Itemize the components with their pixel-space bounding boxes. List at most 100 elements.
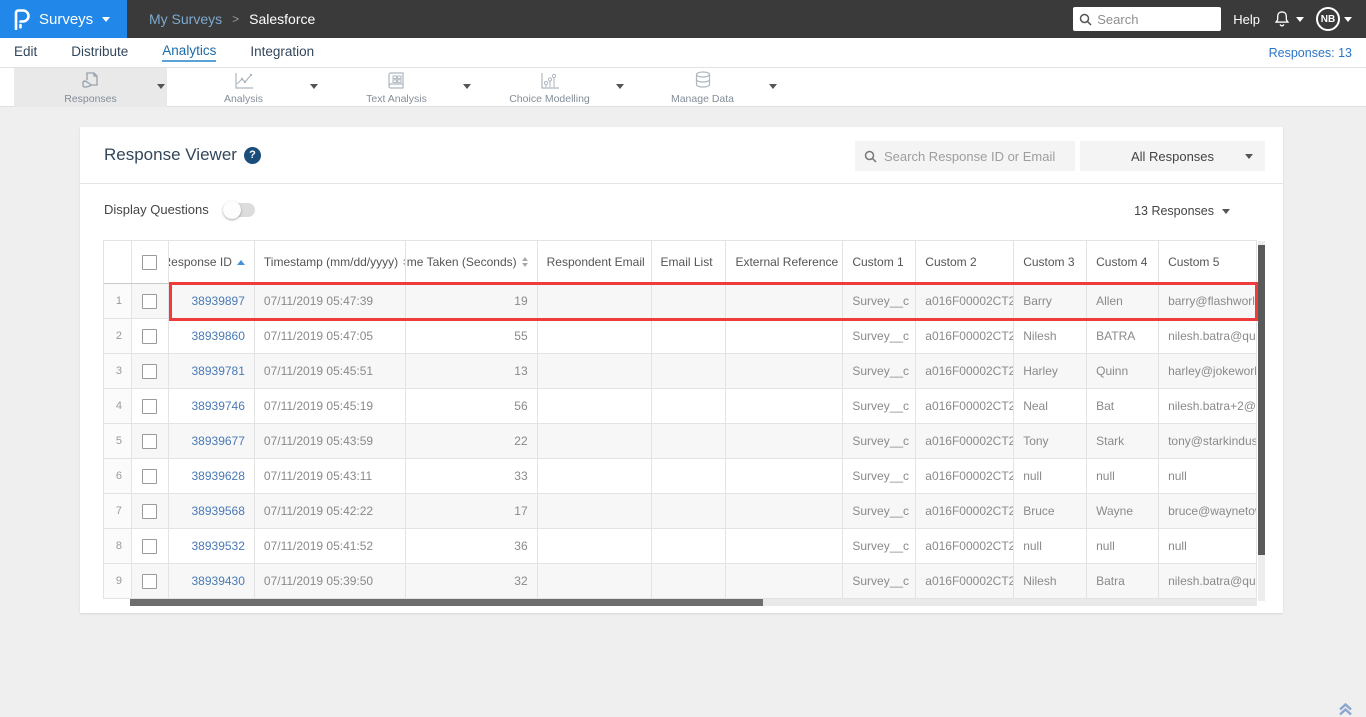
table-vertical-scrollbar[interactable] bbox=[1258, 241, 1265, 601]
surveys-menu-button[interactable]: Surveys bbox=[0, 0, 127, 38]
row-checkbox[interactable] bbox=[142, 503, 158, 519]
cell-custom5: nilesh.batra@ques bbox=[1159, 319, 1257, 353]
cell-custom3: Bruce bbox=[1014, 494, 1088, 528]
row-checkbox[interactable] bbox=[142, 293, 158, 309]
table-row: 9 38939430 07/11/2019 05:39:50 32 Survey__c a… bbox=[104, 564, 1257, 599]
cell-custom2: a016F00002CT2Lh bbox=[916, 354, 1015, 388]
row-checkbox-cell bbox=[132, 494, 169, 528]
toolbar-text-analysis-caret-icon[interactable] bbox=[463, 84, 471, 89]
row-checkbox-cell bbox=[132, 459, 169, 493]
toolbar-manage-data-button[interactable]: Manage Data bbox=[626, 68, 779, 107]
select-all-checkbox[interactable] bbox=[142, 254, 158, 270]
cell-external_reference bbox=[726, 424, 844, 458]
manage-data-database-icon bbox=[692, 70, 714, 91]
toolbar-manage-data-caret-icon[interactable] bbox=[769, 84, 777, 89]
table-controls-row: Display Questions 13 Responses bbox=[80, 184, 1283, 240]
tab-distribute[interactable]: Distribute bbox=[71, 44, 128, 61]
row-checkbox[interactable] bbox=[142, 573, 158, 589]
account-menu-button[interactable]: NB bbox=[1316, 7, 1352, 31]
column-header-timestamp[interactable]: Timestamp (mm/dd/yyyy) bbox=[255, 241, 406, 283]
toolbar-choice-modelling-button[interactable]: Choice Modelling bbox=[473, 68, 626, 107]
row-checkbox-cell bbox=[132, 284, 169, 318]
cell-timestamp: 07/11/2019 05:41:52 bbox=[255, 529, 406, 563]
row-checkbox[interactable] bbox=[142, 363, 158, 379]
filter-caret-icon bbox=[1245, 153, 1253, 159]
toolbar-analysis-caret-icon[interactable] bbox=[310, 84, 318, 89]
toolbar-choice-modelling-label: Choice Modelling bbox=[509, 92, 590, 105]
column-header-email_list: Email List bbox=[652, 241, 727, 283]
row-checkbox[interactable] bbox=[142, 468, 158, 484]
toggle-knob bbox=[222, 200, 241, 219]
response-filter-dropdown[interactable]: All Responses bbox=[1080, 141, 1265, 171]
response-id-link[interactable]: 38939568 bbox=[169, 494, 255, 528]
column-header-response_id[interactable]: Response ID bbox=[169, 241, 255, 283]
top-navbar: Surveys My Surveys > Salesforce Help NB bbox=[0, 0, 1366, 38]
cell-external_reference bbox=[726, 459, 844, 493]
tab-integration[interactable]: Integration bbox=[250, 44, 314, 61]
cell-email_list bbox=[652, 424, 727, 458]
cell-custom2: a016F00002CT2LX bbox=[916, 459, 1015, 493]
global-search-box[interactable] bbox=[1073, 7, 1222, 31]
display-questions-toggle[interactable] bbox=[222, 200, 255, 219]
column-header-time_taken[interactable]: Time Taken (Seconds) bbox=[406, 241, 538, 283]
scroll-to-top-button[interactable] bbox=[1337, 700, 1354, 717]
global-search-input[interactable] bbox=[1097, 11, 1208, 27]
sort-icon[interactable] bbox=[521, 257, 528, 267]
vertical-scrollbar-thumb[interactable] bbox=[1258, 245, 1265, 555]
help-question-icon[interactable]: ? bbox=[243, 146, 261, 164]
row-checkbox[interactable] bbox=[142, 398, 158, 414]
toolbar-text-analysis-button[interactable]: Text Analysis bbox=[320, 68, 473, 107]
column-header-num bbox=[104, 241, 132, 283]
cell-email_list bbox=[652, 459, 727, 493]
cell-respondent_email bbox=[538, 389, 652, 423]
cell-respondent_email bbox=[538, 284, 652, 318]
help-link[interactable]: Help bbox=[1233, 12, 1260, 27]
cell-custom4: BATRA bbox=[1087, 319, 1160, 353]
response-id-link[interactable]: 38939430 bbox=[169, 564, 255, 598]
response-id-link[interactable]: 38939746 bbox=[169, 389, 255, 423]
column-header-respondent_email: Respondent Email bbox=[538, 241, 652, 283]
cell-external_reference bbox=[726, 529, 844, 563]
cell-custom3: Harley bbox=[1014, 354, 1088, 388]
responses-count-dropdown[interactable]: 13 Responses bbox=[1134, 204, 1230, 218]
page-title: Response Viewer ? bbox=[104, 145, 261, 165]
column-header-label: Email List bbox=[660, 255, 713, 269]
tab-analytics[interactable]: Analytics bbox=[162, 43, 217, 62]
row-checkbox[interactable] bbox=[142, 328, 158, 344]
table-row: 4 38939746 07/11/2019 05:45:19 56 Survey__c a… bbox=[104, 389, 1257, 424]
response-search-input[interactable] bbox=[884, 148, 1059, 164]
response-id-link[interactable]: 38939677 bbox=[169, 424, 255, 458]
toolbar-choice-modelling-caret-icon[interactable] bbox=[616, 84, 624, 89]
tab-edit[interactable]: Edit bbox=[14, 44, 37, 61]
surveys-menu-caret-icon bbox=[102, 16, 111, 22]
cell-custom1: Survey__c bbox=[843, 319, 917, 353]
row-checkbox-cell bbox=[132, 354, 169, 388]
response-id-link[interactable]: 38939897 bbox=[169, 284, 255, 318]
breadcrumb-separator: > bbox=[232, 12, 240, 26]
row-checkbox-cell bbox=[132, 424, 169, 458]
response-search-box[interactable] bbox=[855, 141, 1075, 171]
responses-count-link[interactable]: Responses: 13 bbox=[1269, 46, 1352, 60]
table-horizontal-scrollbar[interactable] bbox=[130, 599, 1257, 606]
sort-ascending-icon[interactable] bbox=[236, 259, 245, 265]
column-header-label: Response ID bbox=[168, 255, 232, 269]
breadcrumb-my-surveys[interactable]: My Surveys bbox=[149, 11, 222, 27]
cell-custom1: Survey__c bbox=[843, 389, 917, 423]
row-checkbox[interactable] bbox=[142, 538, 158, 554]
horizontal-scrollbar-thumb[interactable] bbox=[130, 599, 763, 606]
response-id-link[interactable]: 38939532 bbox=[169, 529, 255, 563]
cell-timestamp: 07/11/2019 05:43:59 bbox=[255, 424, 406, 458]
column-header-label: Custom 1 bbox=[852, 255, 904, 269]
toolbar-responses-button[interactable]: Responses bbox=[14, 68, 167, 107]
toolbar-analysis-button[interactable]: Analysis bbox=[167, 68, 320, 107]
response-id-link[interactable]: 38939860 bbox=[169, 319, 255, 353]
response-id-link[interactable]: 38939628 bbox=[169, 459, 255, 493]
cell-time_taken: 19 bbox=[406, 284, 538, 318]
row-checkbox[interactable] bbox=[142, 433, 158, 449]
table-row: 3 38939781 07/11/2019 05:45:51 13 Survey__c a… bbox=[104, 354, 1257, 389]
toolbar-responses-caret-icon[interactable] bbox=[157, 84, 165, 89]
row-number: 3 bbox=[104, 354, 132, 388]
column-header-label: Custom 2 bbox=[925, 255, 977, 269]
notifications-button[interactable] bbox=[1272, 9, 1304, 29]
response-id-link[interactable]: 38939781 bbox=[169, 354, 255, 388]
